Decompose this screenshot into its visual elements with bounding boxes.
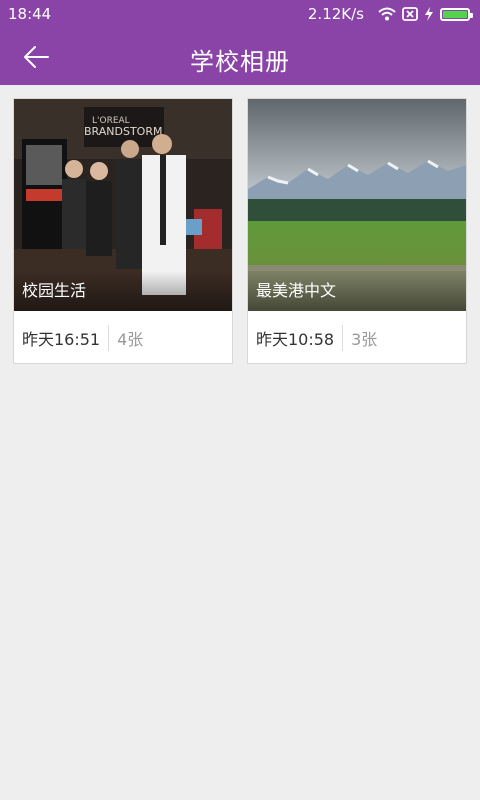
album-cover-image: L'OREAL BRANDSTORM 校园生活 [14, 99, 232, 311]
page-title: 学校相册 [190, 48, 290, 76]
meta-divider [342, 324, 344, 351]
charging-icon [424, 7, 434, 21]
battery-level [443, 10, 467, 18]
album-photo-count: 3张 [351, 329, 378, 349]
album-grid: L'OREAL BRANDSTORM 校园生活 昨天16:51 4张 最美港中文… [13, 98, 467, 364]
album-name: 最美港中文 [248, 271, 466, 311]
network-speed: 2.12K/s [307, 5, 364, 23]
status-bar: 18:44 2.12K/s [0, 0, 480, 28]
battery-icon [440, 7, 473, 21]
app-bar: 学校相册 [0, 28, 480, 85]
sim-blocked-icon [402, 7, 418, 21]
meta-divider [108, 324, 110, 351]
album-cover-image: 最美港中文 [248, 99, 466, 311]
svg-text:BRANDSTORM: BRANDSTORM [84, 125, 162, 138]
album-updated-time: 昨天10:58 [256, 329, 335, 349]
wifi-icon [378, 7, 396, 21]
status-indicators: 2.12K/s [307, 5, 473, 23]
album-updated-time: 昨天16:51 [22, 329, 101, 349]
album-meta: 昨天10:58 3张 [248, 311, 466, 364]
album-card[interactable]: L'OREAL BRANDSTORM 校园生活 昨天16:51 4张 [13, 98, 233, 364]
album-meta: 昨天16:51 4张 [14, 311, 232, 364]
album-card[interactable]: 最美港中文 昨天10:58 3张 [247, 98, 467, 364]
status-time: 18:44 [8, 5, 52, 23]
album-photo-count: 4张 [117, 329, 144, 349]
album-name: 校园生活 [14, 271, 232, 311]
